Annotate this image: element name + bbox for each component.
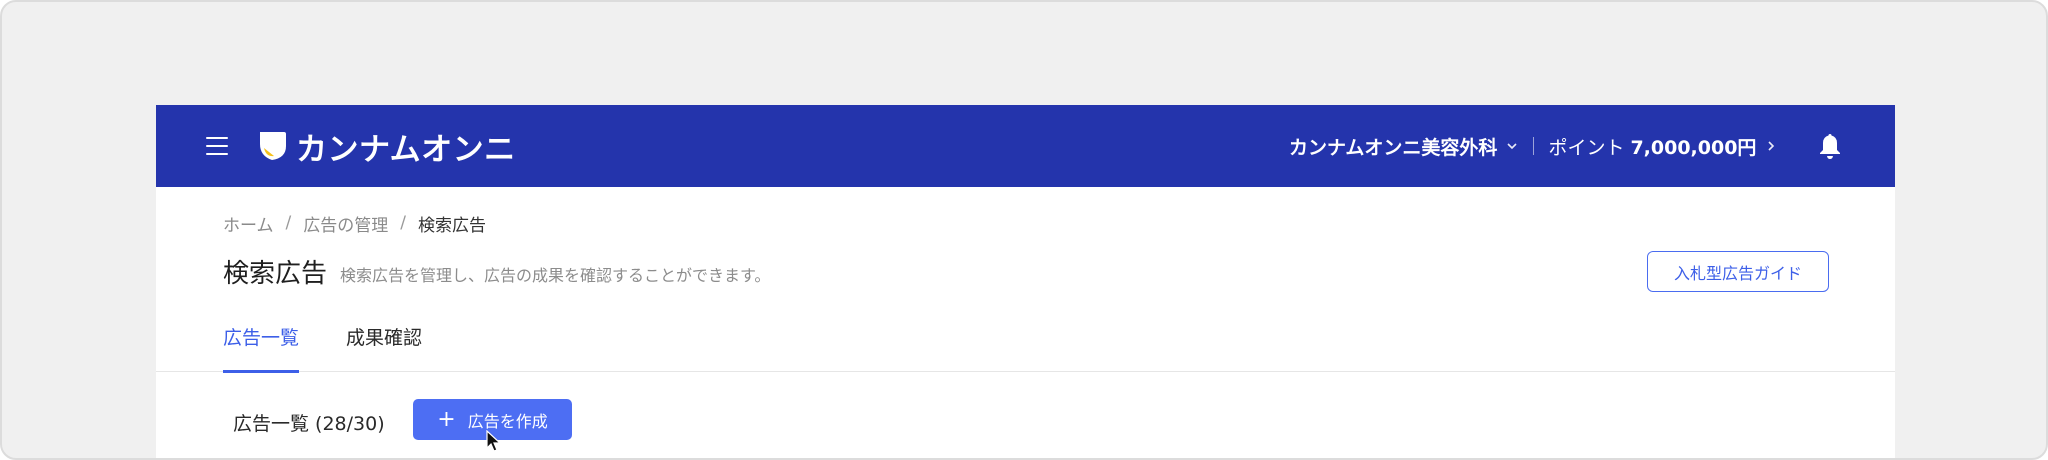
brand-logo[interactable]: カンナムオンニ [258,127,516,168]
screen-frame: カンナムオンニ カンナムオンニ美容外科 ポイント 7,000,000円 ホーム … [0,0,2048,460]
breadcrumb-home[interactable]: ホーム [223,211,274,236]
brand-name: カンナムオンニ [296,131,516,168]
breadcrumb: ホーム / 広告の管理 / 検索広告 [223,211,486,236]
page-title: 検索広告 [223,259,328,289]
mouse-pointer-icon [486,430,502,452]
chevron-right-icon[interactable] [1764,139,1778,153]
page-description: 検索広告を管理し、広告の成果を確認することができます。 [340,266,771,285]
logo-mark-icon [260,132,286,160]
breadcrumb-separator: / [400,213,406,233]
bell-icon[interactable] [1818,132,1842,160]
tab-ad-list[interactable]: 広告一覧 [223,323,300,373]
points-value[interactable]: 7,000,000円 [1630,133,1756,160]
breadcrumb-ad-management[interactable]: 広告の管理 [303,211,388,236]
tab-performance[interactable]: 成果確認 [346,323,422,372]
points-label: ポイント [1548,136,1625,159]
top-navigation-bar: カンナムオンニ カンナムオンニ美容外科 ポイント 7,000,000円 [156,105,1895,187]
breadcrumb-current: 検索広告 [417,215,486,236]
account-switcher[interactable]: カンナムオンニ美容外科 ポイント 7,000,000円 [1289,131,1778,161]
ad-list-title: 広告一覧 (28/30) [233,413,385,435]
divider [1533,137,1535,155]
bidding-ad-guide-button[interactable]: 入札型広告ガイド [1647,251,1829,292]
app-window: カンナムオンニ カンナムオンニ美容外科 ポイント 7,000,000円 ホーム … [156,105,1895,458]
tab-bar: 広告一覧 成果確認 [156,313,1895,373]
account-name: カンナムオンニ美容外科 [1289,136,1498,159]
create-ad-label: 広告を作成 [467,411,548,431]
hamburger-icon[interactable] [206,137,228,155]
plus-icon: + [437,406,456,432]
breadcrumb-separator: / [285,213,292,233]
chevron-down-icon [1507,143,1518,150]
